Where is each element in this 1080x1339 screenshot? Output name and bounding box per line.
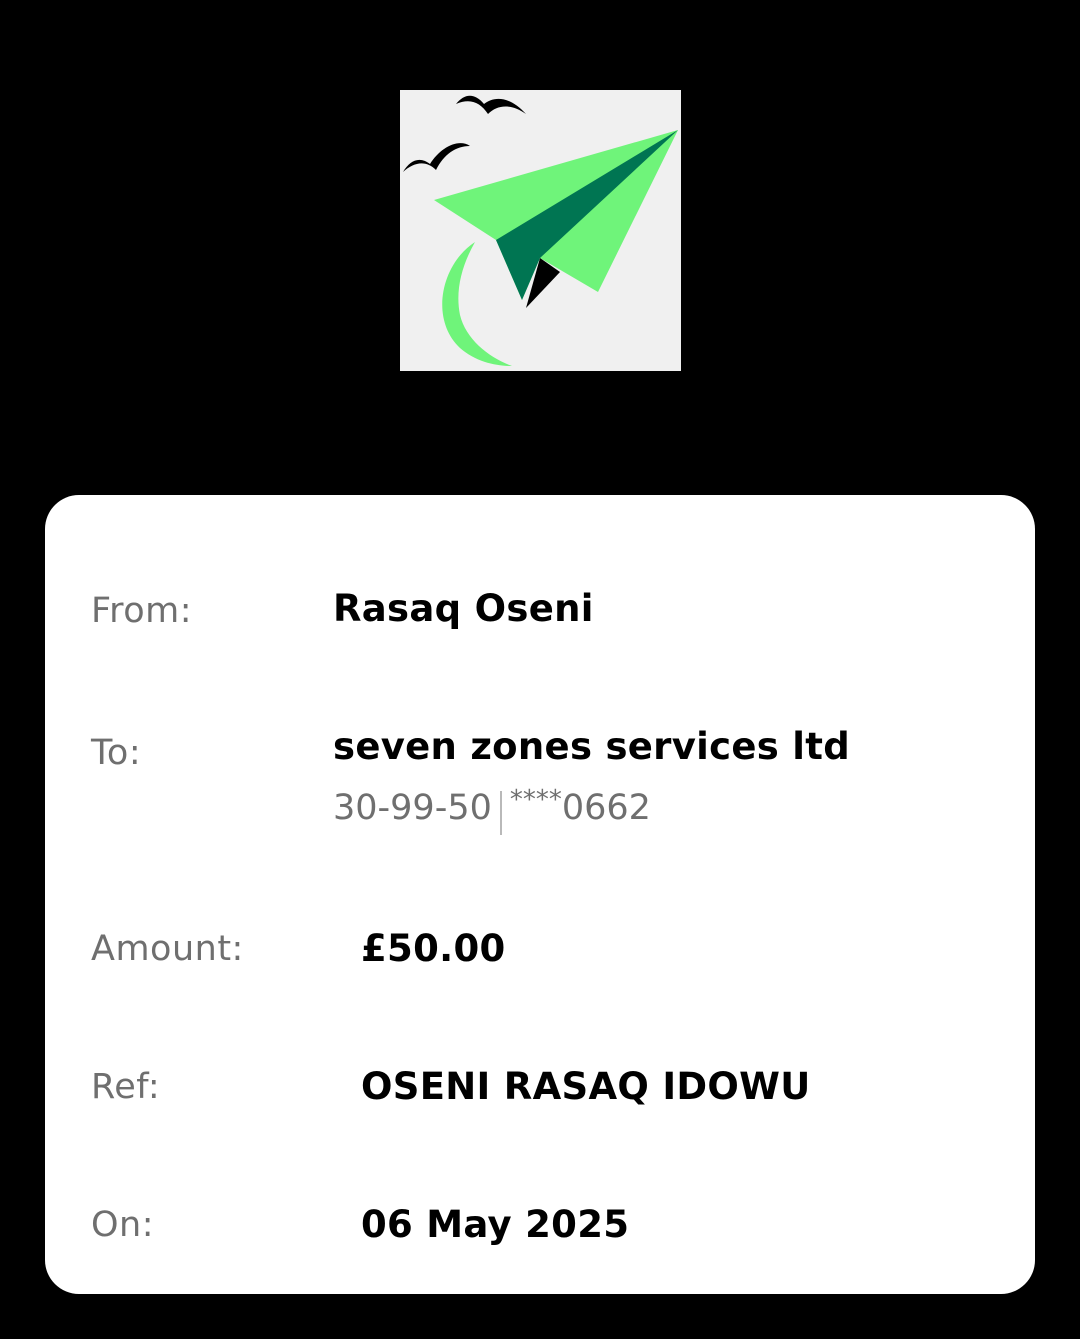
ref-value: OSENI RASAQ IDOWU — [361, 1065, 811, 1108]
from-value: Rasaq Oseni — [333, 587, 594, 630]
date-value: 06 May 2025 — [361, 1203, 630, 1246]
transfer-receipt-card: From: Rasaq Oseni To: seven zones servic… — [45, 495, 1035, 1294]
amount-label: Amount: — [91, 929, 244, 969]
app-logo — [400, 90, 681, 371]
sort-code: 30-99-50 — [333, 788, 492, 828]
account-divider — [499, 791, 502, 835]
ref-label: Ref: — [91, 1067, 161, 1107]
paper-plane-logo-icon — [403, 95, 678, 366]
account-details: 30-99-50 **** 0662 — [333, 781, 651, 835]
date-label: On: — [91, 1205, 155, 1245]
to-value: seven zones services ltd — [333, 725, 850, 768]
account-mask: **** — [509, 785, 562, 815]
account-last4: 0662 — [561, 788, 651, 828]
amount-value: £50.00 — [361, 927, 506, 970]
to-label: To: — [91, 733, 142, 773]
from-label: From: — [91, 591, 193, 631]
